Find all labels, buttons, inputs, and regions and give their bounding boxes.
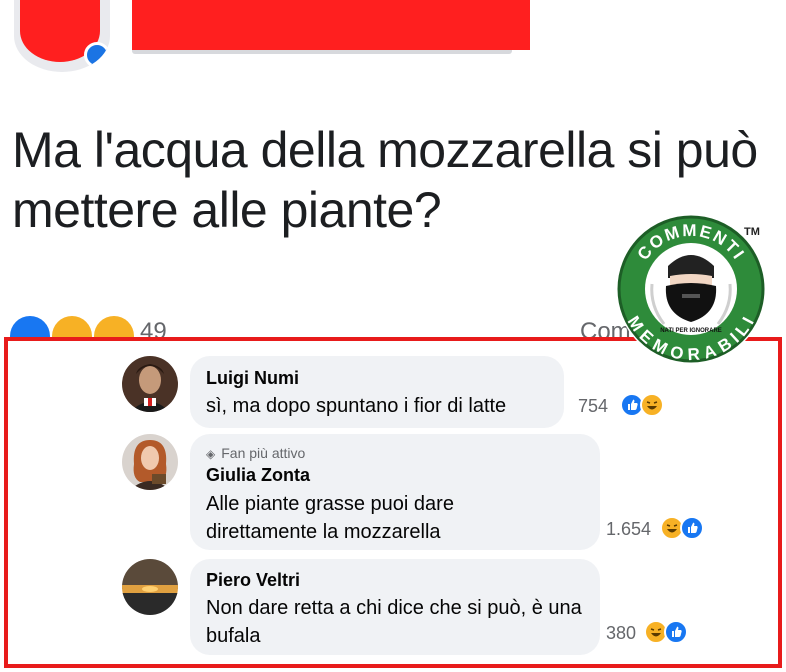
like-icon <box>664 620 688 644</box>
comment-author[interactable]: Piero Veltri <box>206 570 300 591</box>
author-name-redaction <box>132 0 530 50</box>
avatar[interactable] <box>122 356 178 412</box>
comment-reaction-count[interactable]: 380 <box>606 623 636 644</box>
trademark-symbol: TM <box>744 226 760 238</box>
comments-frame: Luigi Numi sì, ma dopo spuntano i fior d… <box>4 337 782 668</box>
logo-sub-text: NATI PER IGNORARE <box>660 328 722 334</box>
like-icon <box>680 516 704 540</box>
avatar[interactable] <box>122 559 178 615</box>
comment-text: Alle piante grasse puoi dare direttament… <box>206 493 454 543</box>
comment-text: sì, ma dopo spuntano i fior di latte <box>206 395 507 417</box>
comment-reaction-count[interactable]: 1.654 <box>606 519 651 540</box>
top-fan-badge: ◈ Fan più attivo <box>206 445 306 461</box>
comment-author[interactable]: Luigi Numi <box>206 368 299 389</box>
comment-author[interactable]: Giulia Zonta <box>206 465 310 486</box>
author-avatar[interactable] <box>14 0 110 72</box>
haha-icon <box>640 393 664 417</box>
diamond-icon: ◈ <box>206 447 216 461</box>
verified-icon <box>84 42 110 68</box>
avatar[interactable] <box>122 434 178 490</box>
comment-text: Non dare retta a chi dice che si può, è … <box>206 597 582 647</box>
comment-reaction-count[interactable]: 754 <box>578 396 608 417</box>
